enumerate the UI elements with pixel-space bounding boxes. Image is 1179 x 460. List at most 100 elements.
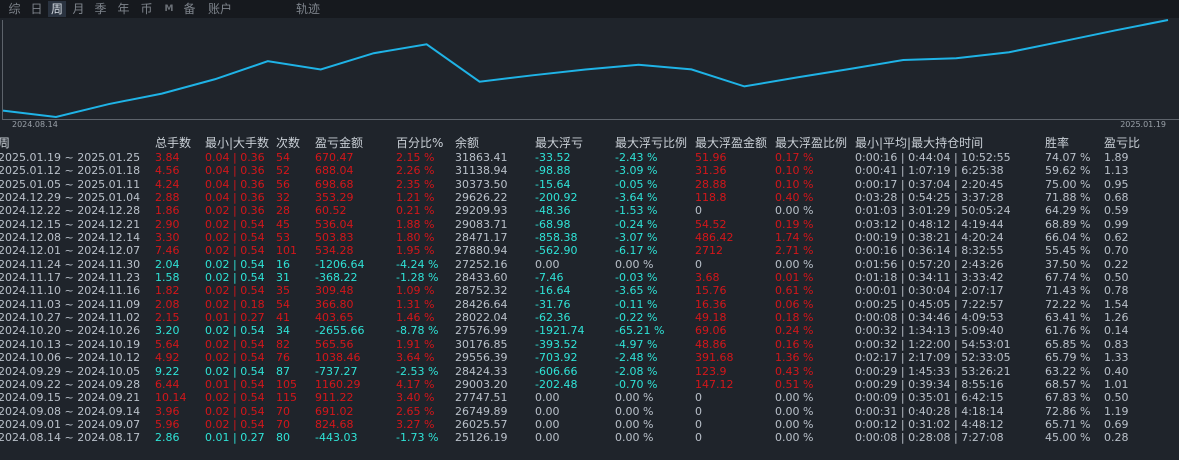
x-axis-start-label: 2024.08.14 (12, 120, 58, 129)
cell-win-rate: 65.79 % (1045, 351, 1091, 365)
cell-pnl-percent: 3.27 % (396, 417, 435, 431)
header-pl-ratio[interactable]: 盈亏比 (1104, 136, 1140, 151)
table-row[interactable]: 2024.10.20 ~ 2024.10.26 3.20 0.02 | 0.54 34… (0, 324, 1179, 337)
tab-9[interactable]: 账户 (205, 1, 235, 17)
header-min-max-lots[interactable]: 最小|大手数 (205, 136, 269, 151)
cell-win-rate: 64.29 % (1045, 204, 1091, 218)
cell-win-rate: 71.43 % (1045, 284, 1091, 298)
header-win-rate[interactable]: 胜率 (1045, 136, 1069, 151)
cell-max-float-profit-pct: 0.00 % (775, 417, 814, 431)
cell-trade-count: 52 (276, 164, 290, 178)
cell-balance: 28022.04 (455, 311, 508, 325)
cell-min-max-lots: 0.01 | 0.27 (205, 431, 265, 445)
table-row[interactable]: 2024.09.15 ~ 2024.09.21 10.14 0.02 | 0.54 1… (0, 391, 1179, 404)
cell-max-float-loss: -16.64 (535, 284, 571, 298)
cell-min-max-lots: 0.02 | 0.54 (205, 217, 265, 231)
table-row[interactable]: 2024.10.27 ~ 2024.11.02 2.15 0.01 | 0.27 41… (0, 311, 1179, 324)
cell-max-float-loss-pct: -0.24 % (615, 217, 658, 231)
header-max-float-loss-pct[interactable]: 最大浮亏比例 (615, 136, 687, 151)
table-row[interactable]: 2024.11.10 ~ 2024.11.16 1.82 0.02 | 0.54 35… (0, 284, 1179, 297)
header-max-float-profit[interactable]: 最大浮盈金额 (695, 136, 767, 151)
header-max-float-loss[interactable]: 最大浮亏 (535, 136, 583, 151)
cell-balance: 28424.33 (455, 364, 508, 378)
cell-max-float-loss: 0.00 (535, 417, 560, 431)
cell-pnl-amount: 503.83 (315, 231, 354, 245)
cell-max-float-profit: 486.42 (695, 231, 734, 245)
header-trade-count[interactable]: 次数 (276, 136, 300, 151)
cell-total-lots: 4.92 (155, 351, 180, 365)
header-pnl-percent[interactable]: 百分比% (396, 136, 443, 151)
cell-win-rate: 66.04 % (1045, 231, 1091, 245)
table-row[interactable]: 2024.11.24 ~ 2024.11.30 2.04 0.02 | 0.54 16… (0, 258, 1179, 271)
cell-week: 2024.12.22 ~ 2024.12.28 (0, 204, 141, 218)
header-balance[interactable]: 余额 (455, 136, 479, 151)
cell-pl-ratio: 1.13 (1104, 164, 1129, 178)
tab-2[interactable]: 周 (48, 1, 66, 17)
table-row[interactable]: 2025.01.12 ~ 2025.01.18 4.56 0.04 | 0.36 52… (0, 164, 1179, 177)
cell-max-float-profit: 15.76 (695, 284, 727, 298)
cell-balance: 29003.20 (455, 377, 508, 391)
tab-10[interactable]: 轨迹 (293, 1, 323, 17)
table-header: 周 总手数 最小|大手数 次数 盈亏金额 百分比% 余额 最大浮亏 最大浮亏比例 最大浮盈金额 最大… (0, 136, 1179, 151)
table-row[interactable]: 2025.01.19 ~ 2025.01.25 3.84 0.04 | 0.36 54… (0, 151, 1179, 164)
cell-pnl-amount: 698.68 (315, 177, 354, 191)
table-row[interactable]: 2024.10.13 ~ 2024.10.19 5.64 0.02 | 0.54 82… (0, 338, 1179, 351)
table-row[interactable]: 2024.12.15 ~ 2024.12.21 2.90 0.02 | 0.54 45… (0, 218, 1179, 231)
tab-6[interactable]: 币 (138, 1, 155, 17)
table-row[interactable]: 2024.12.01 ~ 2024.12.07 7.46 0.02 | 0.54 10… (0, 244, 1179, 257)
cell-total-lots: 7.46 (155, 244, 180, 258)
cell-balance: 28426.64 (455, 297, 508, 311)
table-row[interactable]: 2024.08.14 ~ 2024.08.17 2.86 0.01 | 0.27 80… (0, 431, 1179, 444)
tab-4[interactable]: 季 (92, 1, 109, 17)
balance-line-chart (2, 19, 1179, 120)
cell-week: 2024.10.20 ~ 2024.10.26 (0, 324, 141, 338)
header-hold-time[interactable]: 最小|平均|最大持仓时间 (855, 136, 983, 151)
tab-3[interactable]: 月 (70, 1, 87, 17)
table-row[interactable]: 2024.09.22 ~ 2024.09.28 6.44 0.01 | 0.54 10… (0, 378, 1179, 391)
tab-0[interactable]: 综 (6, 1, 23, 17)
header-pnl-amount[interactable]: 盈亏金额 (315, 136, 363, 151)
cell-pl-ratio: 0.62 (1104, 231, 1129, 245)
tab-5[interactable]: 年 (115, 1, 132, 17)
x-axis-end-label: 2025.01.19 (1120, 120, 1166, 129)
table-row[interactable]: 2024.09.01 ~ 2024.09.07 5.96 0.02 | 0.54 70… (0, 418, 1179, 431)
table-row[interactable]: 2024.12.08 ~ 2024.12.14 3.30 0.02 | 0.54 53… (0, 231, 1179, 244)
cell-balance: 28752.32 (455, 284, 508, 298)
table-row[interactable]: 2024.09.08 ~ 2024.09.14 3.96 0.02 | 0.54 70… (0, 405, 1179, 418)
table-row[interactable]: 2024.10.06 ~ 2024.10.12 4.92 0.02 | 0.54 76… (0, 351, 1179, 364)
cell-min-max-lots: 0.01 | 0.27 (205, 311, 265, 325)
cell-hold-time: 0:00:32 | 1:22:00 | 54:53:01 (855, 337, 1011, 351)
cell-pnl-amount: 403.65 (315, 311, 354, 325)
cell-max-float-loss: -606.66 (535, 364, 578, 378)
cell-win-rate: 65.85 % (1045, 337, 1091, 351)
cell-max-float-loss: 0.00 (535, 404, 560, 418)
header-total-lots[interactable]: 总手数 (155, 136, 191, 151)
table-row[interactable]: 2024.09.29 ~ 2024.10.05 9.22 0.02 | 0.54 87… (0, 365, 1179, 378)
cell-win-rate: 68.57 % (1045, 377, 1091, 391)
tab-7[interactable]: M (163, 1, 175, 17)
cell-pnl-amount: 309.48 (315, 284, 354, 298)
cell-week: 2024.11.24 ~ 2024.11.30 (0, 257, 141, 271)
cell-max-float-profit: 2712 (695, 244, 723, 258)
header-week[interactable]: 周 (0, 136, 10, 151)
cell-min-max-lots: 0.02 | 0.18 (205, 297, 265, 311)
cell-balance: 30176.85 (455, 337, 508, 351)
table-row[interactable]: 2024.11.17 ~ 2024.11.23 1.58 0.02 | 0.54 31… (0, 271, 1179, 284)
cell-week: 2024.09.01 ~ 2024.09.07 (0, 417, 141, 431)
header-max-float-profit-pct[interactable]: 最大浮盈比例 (775, 136, 847, 151)
cell-win-rate: 65.71 % (1045, 417, 1091, 431)
cell-pnl-amount: 353.29 (315, 191, 354, 205)
cell-max-float-loss-pct: -3.65 % (615, 284, 658, 298)
table-row[interactable]: 2024.12.29 ~ 2025.01.04 2.88 0.04 | 0.36 32… (0, 191, 1179, 204)
cell-max-float-loss-pct: -2.43 % (615, 151, 658, 164)
cell-week: 2024.10.06 ~ 2024.10.12 (0, 351, 141, 365)
table-row[interactable]: 2024.11.03 ~ 2024.11.09 2.08 0.02 | 0.18 54… (0, 298, 1179, 311)
tab-8[interactable]: 备 (181, 1, 198, 17)
table-row[interactable]: 2025.01.05 ~ 2025.01.11 4.24 0.04 | 0.36 56… (0, 178, 1179, 191)
tab-1[interactable]: 日 (28, 1, 45, 17)
cell-pl-ratio: 0.14 (1104, 324, 1129, 338)
table-row[interactable]: 2024.12.22 ~ 2024.12.28 1.86 0.02 | 0.36 28… (0, 204, 1179, 217)
cell-balance: 25126.19 (455, 431, 508, 445)
cell-hold-time: 0:00:08 | 0:34:46 | 4:09:53 (855, 311, 1004, 325)
cell-min-max-lots: 0.02 | 0.54 (205, 324, 265, 338)
